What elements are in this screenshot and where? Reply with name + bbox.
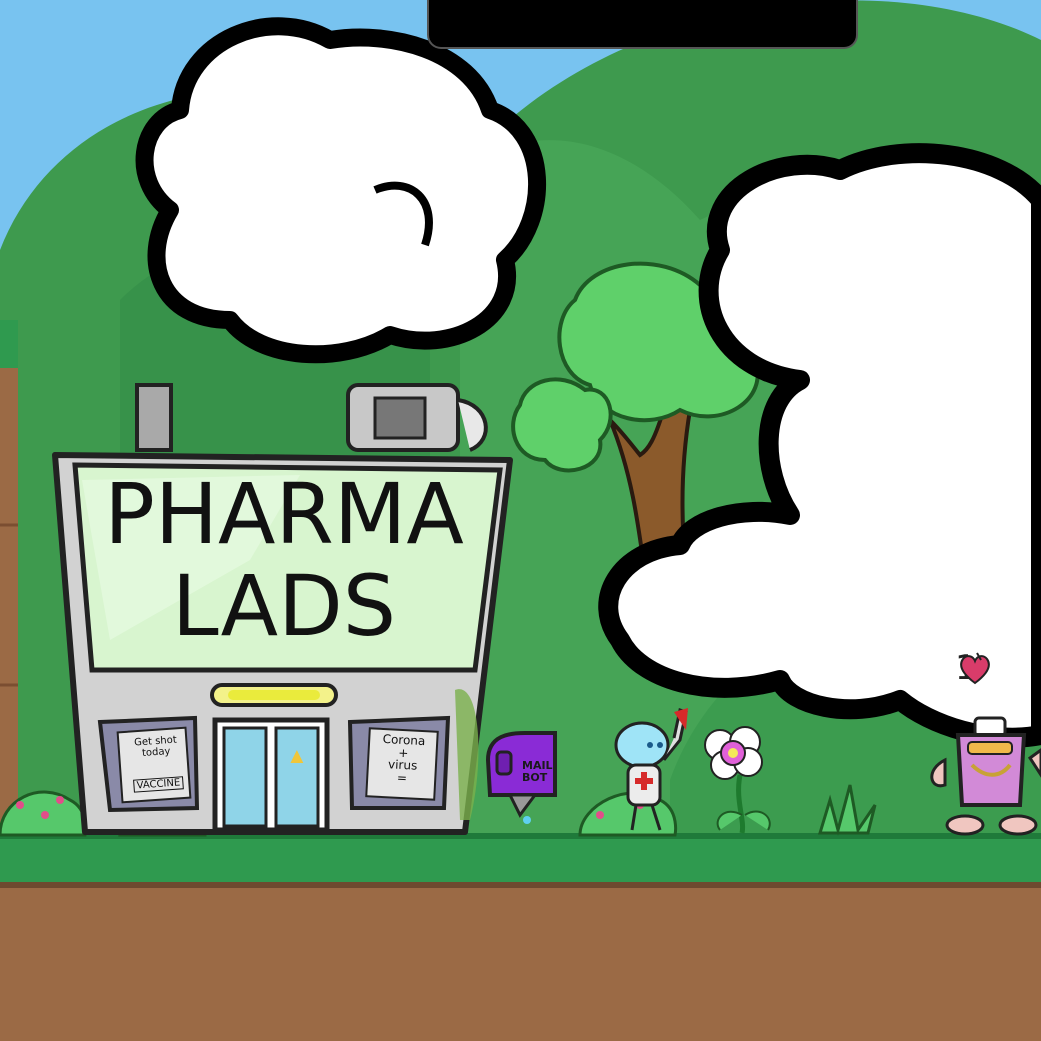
mail-bot-line-2: BOT — [522, 770, 548, 784]
game-scene: PHARMA LADS Get shot today VACCINE Coron… — [0, 0, 1041, 1041]
mail-bot-line-1: MAIL — [522, 759, 553, 772]
left-dirt-pillar — [0, 320, 18, 840]
sign-line-2: LADS — [171, 557, 397, 656]
corona-poster: Corona + virus = — [369, 732, 438, 786]
warning-triangle-icon: ▲ — [286, 743, 308, 768]
pharma-sign: PHARMA LADS — [88, 468, 480, 653]
vaccine-poster: Get shot today VACCINE — [120, 734, 194, 794]
health-counter: 1 — [955, 648, 990, 688]
top-hud-bar — [429, 0, 856, 47]
mail-bot-label: MAIL BOT — [522, 760, 553, 783]
heart-icon — [960, 652, 990, 685]
sign-line-1: PHARMA — [104, 465, 464, 563]
ground — [0, 833, 1041, 1041]
cloud-left — [135, 17, 547, 364]
